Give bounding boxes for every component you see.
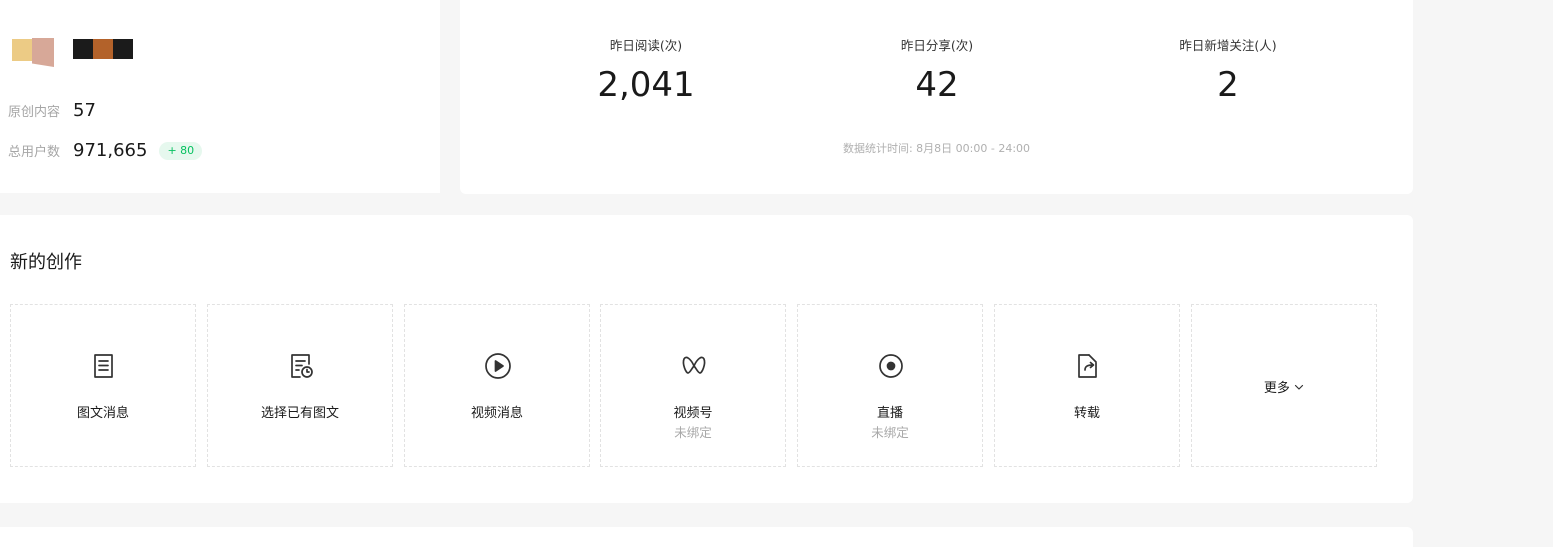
- stat-value: 2,041: [597, 65, 695, 105]
- tile-label: 图文消息: [76, 406, 129, 421]
- stat-label: 昨日新增关注(人): [1179, 38, 1277, 53]
- stat-reads: 昨日阅读(次) 2,041: [526, 37, 766, 105]
- users-delta-badge: + 80: [159, 141, 203, 160]
- stats-card: 昨日阅读(次) 2,041 昨日分享(次) 42 昨日新增关注(人) 2 数据统…: [460, 0, 1413, 194]
- tile-status: 未绑定: [871, 425, 909, 440]
- original-content-value: 57: [73, 100, 96, 121]
- total-users-row: 总用户数 971,665 + 80: [8, 140, 203, 161]
- tile-select-existing[interactable]: 选择已有图文: [207, 304, 393, 467]
- more-toggle[interactable]: 更多: [1192, 377, 1376, 396]
- account-name-redacted: [73, 39, 133, 59]
- share-document-icon: [1074, 352, 1102, 380]
- tile-channels[interactable]: 视频号 未绑定: [600, 304, 786, 467]
- tile-live[interactable]: 直播 未绑定: [797, 304, 983, 467]
- stat-value: 2: [1217, 65, 1239, 105]
- tile-label: 转载: [1073, 406, 1100, 421]
- new-creation-card: 新的创作 图文消息 选择已有图文 视频消息 视频号 未绑定 直播 未绑定 转载 …: [0, 215, 1413, 503]
- stat-shares: 昨日分享(次) 42: [817, 37, 1057, 105]
- document-clock-icon: [287, 352, 315, 380]
- tile-video-message[interactable]: 视频消息: [404, 304, 590, 467]
- account-card: 原创内容 57 总用户数 971,665 + 80: [0, 0, 440, 193]
- stats-time-note: 数据统计时间: 8月8日 00:00 - 24:00: [842, 142, 1031, 155]
- total-users-label: 总用户数: [8, 145, 61, 160]
- section-title: 新的创作: [10, 252, 82, 273]
- tile-label: 直播: [876, 406, 903, 421]
- chevron-down-icon: [1294, 381, 1304, 396]
- next-section-card: [0, 527, 1413, 547]
- stat-value: 42: [915, 65, 959, 105]
- tile-repost[interactable]: 转载: [994, 304, 1180, 467]
- document-icon: [90, 352, 118, 380]
- original-content-label: 原创内容: [8, 105, 61, 120]
- stat-label: 昨日分享(次): [900, 38, 974, 53]
- live-icon: [877, 352, 905, 380]
- tile-label: 视频消息: [470, 406, 523, 421]
- channels-icon: [680, 352, 708, 380]
- more-label: 更多: [1263, 381, 1290, 396]
- tile-article[interactable]: 图文消息: [10, 304, 196, 467]
- tile-more[interactable]: 更多: [1191, 304, 1377, 467]
- stat-new-followers: 昨日新增关注(人) 2: [1108, 37, 1348, 105]
- tile-status: 未绑定: [674, 425, 712, 440]
- tile-label: 视频号: [673, 406, 713, 421]
- avatar-part: [32, 38, 54, 67]
- avatar[interactable]: [12, 38, 54, 68]
- avatar-part: [12, 39, 34, 61]
- original-content-row: 原创内容 57: [8, 100, 96, 121]
- tile-label: 选择已有图文: [260, 406, 339, 421]
- play-circle-icon: [484, 352, 512, 380]
- total-users-value: 971,665: [73, 140, 148, 161]
- stat-label: 昨日阅读(次): [609, 38, 683, 53]
